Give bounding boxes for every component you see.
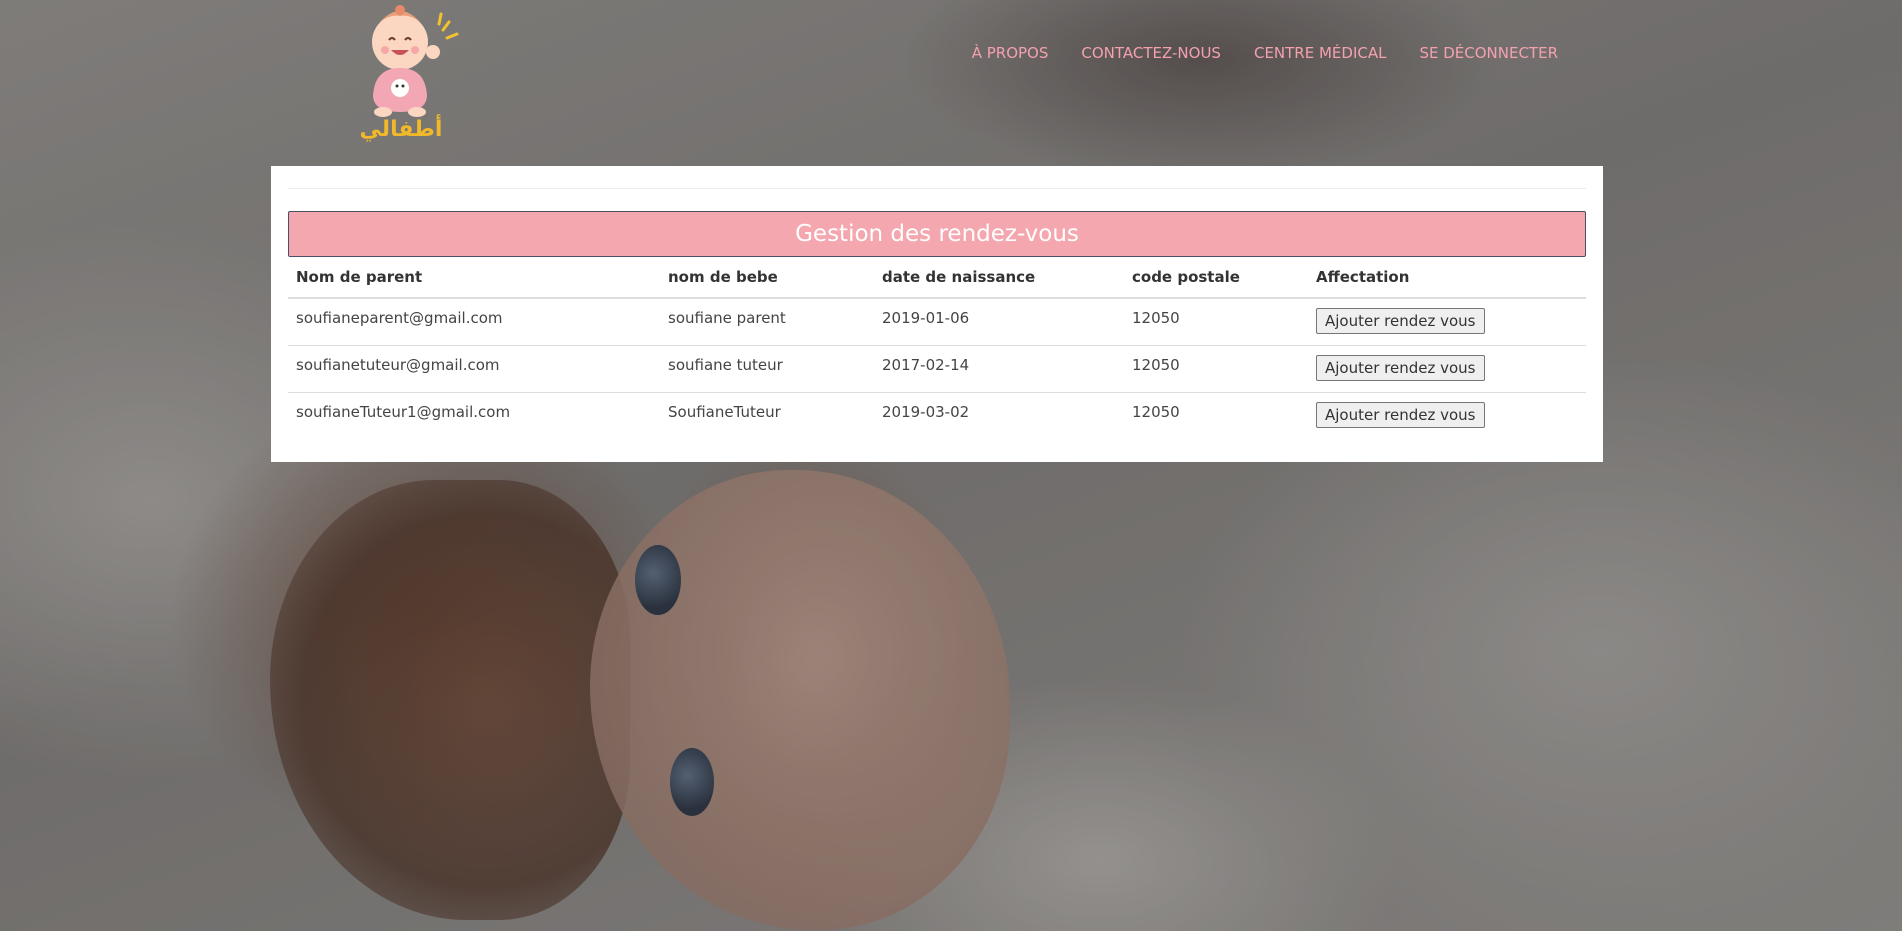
nav-link-a-propos[interactable]: À PROPOS xyxy=(972,44,1049,62)
nav-link-centre-medical[interactable]: CENTRE MÉDICAL xyxy=(1254,44,1387,62)
cell-affectation: Ajouter rendez vous xyxy=(1308,392,1586,439)
nav-link-se-deconnecter[interactable]: SE DÉCONNECTER xyxy=(1419,44,1558,62)
cell-bebe-name: SoufianeTuteur xyxy=(660,392,874,439)
cell-bebe-name: soufiane tuteur xyxy=(660,345,874,393)
main-nav: À PROPOS CONTACTEZ-NOUS CENTRE MÉDICAL S… xyxy=(972,44,1558,62)
cell-parent-email: soufianetuteur@gmail.com xyxy=(288,345,660,393)
cell-affectation: Ajouter rendez vous xyxy=(1308,345,1586,393)
column-header-parent: Nom de parent xyxy=(288,259,660,299)
add-appointment-button[interactable]: Ajouter rendez vous xyxy=(1316,402,1485,428)
column-header-bebe: nom de bebe xyxy=(660,259,874,299)
column-header-affectation: Affectation xyxy=(1308,259,1586,299)
site-header: أطفالي À PROPOS CONTACTEZ-NOUS CENTRE MÉ… xyxy=(0,0,1902,160)
cell-parent-email: soufianeTuteur1@gmail.com xyxy=(288,392,660,439)
cell-affectation: Ajouter rendez vous xyxy=(1308,298,1586,346)
appointments-table: Nom de parent nom de bebe date de naissa… xyxy=(288,259,1586,439)
cell-postal-code: 12050 xyxy=(1132,309,1180,327)
cell-postal-code: 12050 xyxy=(1124,392,1308,439)
table-header-row: Nom de parent nom de bebe date de naissa… xyxy=(288,259,1586,299)
cell-postal-code: 12050 xyxy=(1124,345,1308,393)
add-appointment-button[interactable]: Ajouter rendez vous xyxy=(1316,308,1485,334)
table-row: soufianeparent@gmail.com soufiane parent… xyxy=(288,298,1586,346)
table-row: soufianeTuteur1@gmail.com SoufianeTuteur… xyxy=(288,392,1586,439)
column-header-naissance: date de naissance xyxy=(874,259,1124,299)
svg-text:أطفالي: أطفالي xyxy=(360,113,443,142)
appointments-panel: Gestion des rendez-vous Nom de parent no… xyxy=(271,166,1603,462)
column-header-postal: code postale xyxy=(1124,259,1308,299)
cell-parent-email: soufianeparent@gmail.com xyxy=(296,309,503,327)
baby-logo-icon[interactable]: أطفالي xyxy=(345,0,465,145)
panel-divider xyxy=(288,188,1586,189)
panel-title: Gestion des rendez-vous xyxy=(288,211,1586,257)
cell-birth-date: 2017-02-14 xyxy=(874,345,1124,393)
cell-bebe-name: soufiane parent xyxy=(668,309,786,327)
cell-birth-date: 2019-01-06 xyxy=(882,309,970,327)
table-row: soufianetuteur@gmail.com soufiane tuteur… xyxy=(288,345,1586,393)
nav-link-contactez-nous[interactable]: CONTACTEZ-NOUS xyxy=(1081,44,1221,62)
add-appointment-button[interactable]: Ajouter rendez vous xyxy=(1316,355,1485,381)
cell-birth-date: 2019-03-02 xyxy=(874,392,1124,439)
